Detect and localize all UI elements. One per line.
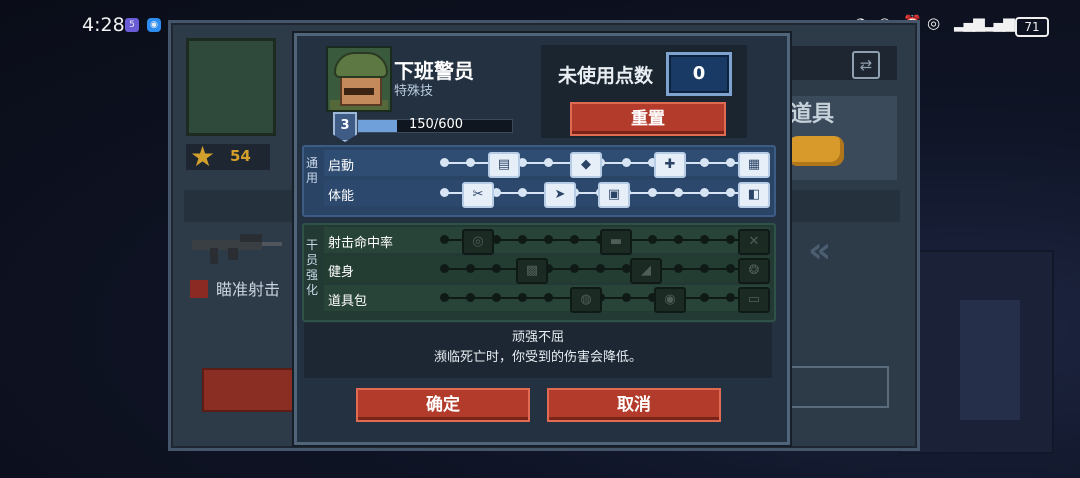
ammo-belt-icon[interactable]: ▤ (488, 152, 520, 178)
skill-node[interactable] (700, 188, 709, 197)
skill-row-label: 道具包 (328, 294, 368, 309)
bread-item-icon[interactable] (788, 136, 844, 166)
signal-2-icon: ▂▄▆ (984, 14, 1015, 32)
skill-node[interactable] (674, 188, 683, 197)
fist-icon[interactable]: ▩ (516, 258, 548, 284)
skill-row-label: 体能 (328, 189, 355, 204)
shield-plus-icon[interactable]: ◆ (570, 152, 602, 178)
rifle-icon[interactable] (190, 226, 285, 268)
sprint-icon[interactable]: ➤ (544, 182, 576, 208)
skill-row-label: 启動 (328, 159, 355, 174)
grenade-icon[interactable]: ◍ (570, 287, 602, 313)
skill-node[interactable] (466, 293, 475, 302)
star-count: 54 (230, 147, 251, 165)
skill-node[interactable] (440, 188, 449, 197)
background-machine-detail (960, 300, 1020, 420)
skill-node[interactable] (518, 235, 527, 244)
skill-node[interactable] (518, 188, 527, 197)
xp-text: 150/600 (409, 117, 464, 132)
skill-node[interactable] (648, 188, 657, 197)
skill-node[interactable] (440, 235, 449, 244)
medkit-icon[interactable]: ✚ (654, 152, 686, 178)
skill-node[interactable] (674, 235, 683, 244)
skill-node[interactable] (492, 293, 501, 302)
messenger-notification-icon: ◉ (147, 18, 161, 32)
skill-node[interactable] (544, 235, 553, 244)
skill-node[interactable] (622, 158, 631, 167)
skill-row-label: 健身 (328, 265, 355, 280)
points-value: 0 (666, 52, 732, 96)
battery-icon: 71 (1015, 17, 1049, 37)
crossed-guns-icon[interactable]: ✕ (738, 229, 770, 255)
hero-mustache (344, 88, 374, 95)
skill-node[interactable] (518, 293, 527, 302)
double-chevron-icon[interactable]: « (808, 230, 831, 271)
skill-node[interactable] (700, 158, 709, 167)
hotspot-icon: ◎ (927, 14, 941, 32)
skill-node[interactable] (700, 293, 709, 302)
fingerprint-icon[interactable]: ◎ (462, 229, 494, 255)
skill-node[interactable] (622, 293, 631, 302)
skill-node[interactable] (726, 293, 735, 302)
cancel-button[interactable]: 取消 (547, 388, 721, 422)
confirm-button[interactable]: 确定 (356, 388, 530, 422)
status-time: 4:28 (82, 14, 125, 36)
hero-portrait (326, 46, 392, 112)
skill-node[interactable] (492, 264, 501, 273)
skill-node[interactable] (674, 264, 683, 273)
skill-node[interactable] (726, 188, 735, 197)
reset-button[interactable]: 重置 (570, 102, 726, 136)
skill-row-label: 射击命中率 (328, 236, 394, 251)
description-title: 顽强不屈 (511, 330, 564, 345)
armor-plate-icon[interactable]: ▣ (598, 182, 630, 208)
star-icon: ★ (190, 140, 216, 173)
skill-node[interactable] (544, 293, 553, 302)
description-text: 濒临死亡时，你受到的伤害会降低。 (433, 350, 642, 365)
items-label: 道具 (790, 102, 835, 127)
points-label: 未使用点数 (558, 65, 654, 87)
signal-icon: ▂▄▆ (954, 14, 985, 32)
skill-node[interactable] (648, 235, 657, 244)
background-input-box (785, 366, 889, 408)
knife-icon[interactable]: ✂ (462, 182, 494, 208)
xp-bar-fill (358, 120, 397, 132)
background-red-button[interactable] (202, 368, 298, 412)
hero-helmet-icon (334, 52, 388, 78)
skill-node[interactable] (700, 235, 709, 244)
skill-node[interactable] (466, 264, 475, 273)
tough-skin-icon[interactable]: ❂ (738, 258, 770, 284)
skill-node[interactable] (544, 158, 553, 167)
skill-node[interactable] (726, 264, 735, 273)
skill-node[interactable] (440, 264, 449, 273)
skill-group-tab-cadre: 干员强化 (305, 238, 318, 297)
skill-node[interactable] (466, 158, 475, 167)
skill-node[interactable] (440, 158, 449, 167)
gas-mask-icon[interactable]: ◉ (654, 287, 686, 313)
backpack-icon[interactable]: ◧ (738, 182, 770, 208)
ammo-pouch-icon[interactable]: ▭ (738, 287, 770, 313)
skill-node[interactable] (726, 235, 735, 244)
hero-subtitle: 特殊技 (394, 84, 434, 99)
skill-node[interactable] (570, 235, 579, 244)
supply-crate-icon[interactable]: ▦ (738, 152, 770, 178)
aim-shot-icon (190, 280, 208, 298)
skill-node[interactable] (570, 264, 579, 273)
skill-node[interactable] (440, 293, 449, 302)
skill-node[interactable] (596, 264, 605, 273)
skill-node[interactable] (726, 158, 735, 167)
swap-icon[interactable]: ⇄ (852, 51, 880, 79)
background-top-slot (785, 46, 897, 80)
skill-group-tab-general: 通用 (305, 156, 318, 185)
rifle-scope-icon[interactable]: ▬ (600, 229, 632, 255)
background-portrait (186, 38, 276, 136)
boot-kick-icon[interactable]: ◢ (630, 258, 662, 284)
app-notification-icon: 5 (125, 18, 139, 32)
skill-node[interactable] (700, 264, 709, 273)
